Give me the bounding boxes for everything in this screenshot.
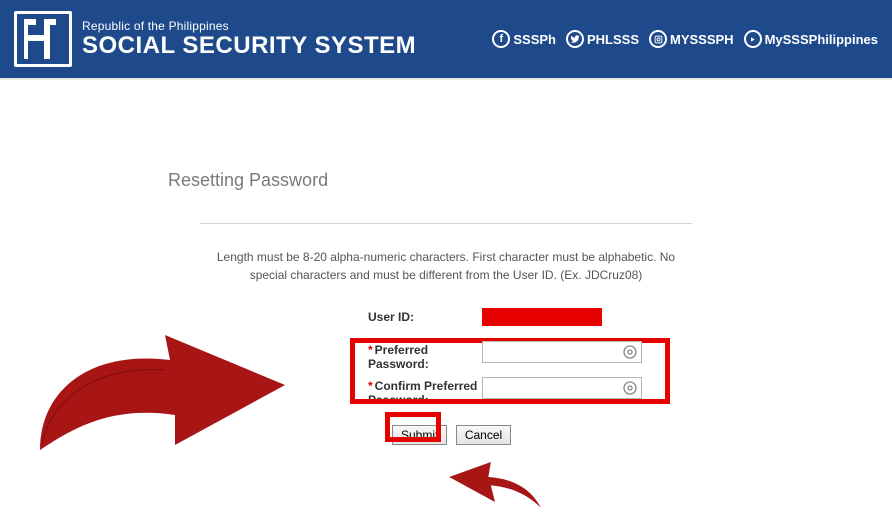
show-password-icon[interactable] xyxy=(622,344,638,360)
social-label: PHLSSS xyxy=(587,32,639,47)
social-twitter[interactable]: PHLSSS xyxy=(566,30,639,48)
header-title: SOCIAL SECURITY SYSTEM xyxy=(82,33,492,59)
sss-logo xyxy=(14,11,72,67)
logo-icon xyxy=(14,11,72,67)
confirm-password-input[interactable] xyxy=(482,377,642,399)
youtube-icon xyxy=(744,30,762,48)
social-links: f SSSPh PHLSSS MYSSSPH MySSSPhilippines xyxy=(492,30,878,48)
preferred-password-label: *Preferred Password: xyxy=(290,341,482,371)
required-marker: * xyxy=(368,379,373,393)
password-instructions: Length must be 8-20 alpha-numeric charac… xyxy=(200,248,692,284)
twitter-icon xyxy=(566,30,584,48)
show-password-icon[interactable] xyxy=(622,380,638,396)
social-label: MYSSSPH xyxy=(670,32,734,47)
site-header: Republic of the Philippines SOCIAL SECUR… xyxy=(0,0,892,80)
cancel-button[interactable]: Cancel xyxy=(456,425,511,445)
preferred-password-input[interactable] xyxy=(482,341,642,363)
confirm-password-row: *Confirm Preferred Password: xyxy=(290,377,740,407)
social-label: MySSSPhilippines xyxy=(765,32,878,47)
form-buttons: Submit Cancel xyxy=(392,425,740,445)
title-block: Republic of the Philippines SOCIAL SECUR… xyxy=(82,19,492,59)
divider xyxy=(200,223,692,224)
social-youtube[interactable]: MySSSPhilippines xyxy=(744,30,878,48)
submit-button[interactable]: Submit xyxy=(392,425,447,445)
social-facebook[interactable]: f SSSPh xyxy=(492,30,556,48)
userid-label: User ID: xyxy=(290,308,482,324)
annotation-arrow-left xyxy=(30,330,290,460)
preferred-password-row: *Preferred Password: xyxy=(290,341,740,371)
reset-password-form: User ID: *Preferred Password: *Confirm P… xyxy=(290,308,740,445)
userid-row: User ID: xyxy=(290,308,740,331)
header-subtitle: Republic of the Philippines xyxy=(82,19,492,33)
annotation-arrow-bottom xyxy=(435,462,555,512)
instagram-icon xyxy=(649,30,667,48)
confirm-password-label: *Confirm Preferred Password: xyxy=(290,377,482,407)
page-title: Resetting Password xyxy=(168,170,892,191)
required-marker: * xyxy=(368,343,373,357)
social-instagram[interactable]: MYSSSPH xyxy=(649,30,734,48)
facebook-icon: f xyxy=(492,30,510,48)
social-label: SSSPh xyxy=(513,32,556,47)
userid-value xyxy=(482,308,642,331)
censored-block xyxy=(482,308,602,326)
